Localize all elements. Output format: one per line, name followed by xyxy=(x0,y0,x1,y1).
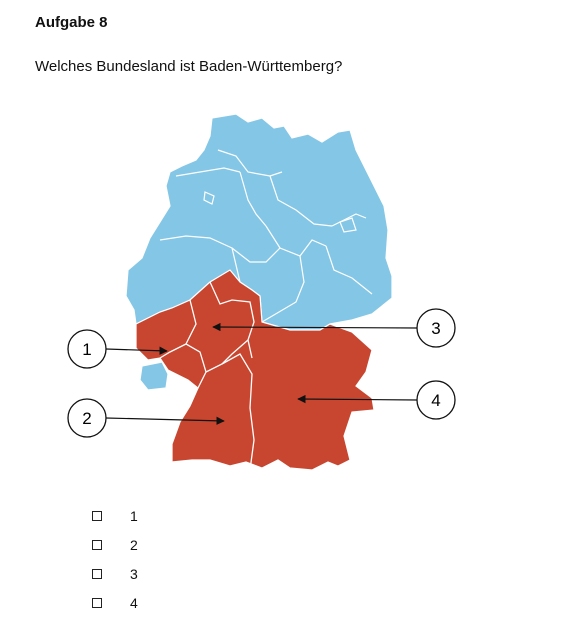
saarland-region xyxy=(139,361,169,391)
answer-3-checkbox[interactable] xyxy=(92,568,102,579)
answer-2-label: 2 xyxy=(130,536,138,553)
answer-option-3[interactable]: 3 xyxy=(92,559,138,588)
marker-4: 4 xyxy=(416,380,456,420)
answer-options: 1 2 3 4 xyxy=(92,501,138,617)
answer-1-label: 1 xyxy=(130,507,138,524)
marker-3-label: 3 xyxy=(431,319,440,338)
marker-1-label: 1 xyxy=(82,340,91,359)
answer-4-checkbox[interactable] xyxy=(92,597,102,608)
answer-option-1[interactable]: 1 xyxy=(92,501,138,530)
answer-option-4[interactable]: 4 xyxy=(92,588,138,617)
marker-3: 3 xyxy=(416,308,456,348)
answer-4-label: 4 xyxy=(130,594,138,611)
answer-option-2[interactable]: 2 xyxy=(92,530,138,559)
germany-map: 1 2 3 4 xyxy=(67,113,456,471)
marker-1: 1 xyxy=(67,329,107,369)
marker-2-label: 2 xyxy=(82,409,91,428)
marker-4-label: 4 xyxy=(431,391,440,410)
answer-2-checkbox[interactable] xyxy=(92,539,102,550)
marker-2: 2 xyxy=(67,398,107,438)
answer-3-label: 3 xyxy=(130,565,138,582)
answer-1-checkbox[interactable] xyxy=(92,510,102,521)
